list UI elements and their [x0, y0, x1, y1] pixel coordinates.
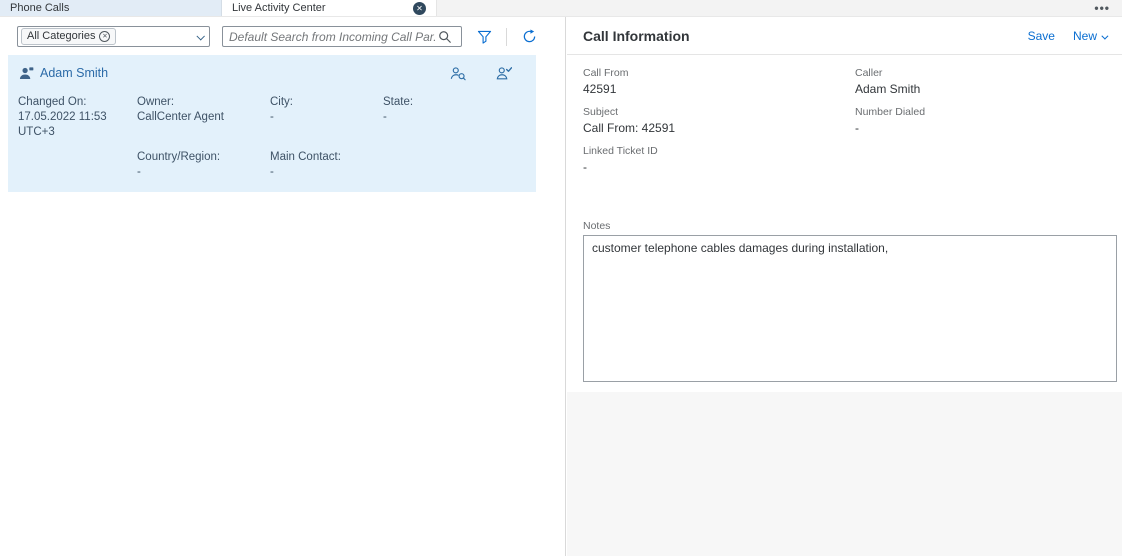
close-icon[interactable]: ✕ [413, 2, 426, 15]
field-label: Subject [583, 106, 855, 118]
panel-background [567, 392, 1122, 556]
field-country-region: Country/Region: - [137, 150, 270, 180]
filter-bar: All Categories ✕ [0, 17, 565, 55]
filter-icon[interactable] [474, 27, 494, 47]
field-label: Number Dialed [855, 106, 1106, 118]
field-value: - [383, 110, 524, 125]
field-value: CallCenter Agent [137, 110, 270, 125]
customer-card-actions [448, 63, 524, 83]
call-information-header: Call Information Save New [567, 17, 1122, 55]
field-label: State: [383, 95, 524, 110]
field-value: - [270, 165, 383, 180]
field-label: Main Contact: [270, 150, 383, 165]
field-subject: Subject Call From: 42591 [583, 106, 855, 137]
token-remove-icon[interactable]: ✕ [99, 31, 110, 42]
field-linked-ticket-id: Linked Ticket ID - [583, 145, 855, 176]
tab-phone-calls-label: Phone Calls [10, 2, 69, 14]
search-icon[interactable] [435, 27, 455, 47]
field-caller: Caller Adam Smith [855, 67, 1106, 98]
customer-icon [18, 65, 34, 81]
header-actions: Save New [1028, 29, 1106, 43]
chevron-down-icon [1101, 32, 1108, 39]
field-value: 17.05.2022 11:53 UTC+3 [18, 110, 137, 140]
field-state: State: - [383, 95, 524, 140]
search-input[interactable] [229, 30, 435, 44]
field-value: - [583, 160, 855, 174]
page-title: Call Information [583, 28, 690, 44]
call-information-form: Call From 42591 Caller Adam Smith Subjec… [567, 55, 1122, 392]
subject-link[interactable]: Call From: 42591 [583, 121, 855, 135]
customer-card-fields: Changed On: 17.05.2022 11:53 UTC+3 Owner… [18, 95, 524, 180]
customer-card-header: Adam Smith [18, 63, 524, 83]
field-call-from: Call From 42591 [583, 67, 855, 98]
tab-strip-filler [437, 0, 1082, 16]
field-value: - [270, 110, 383, 125]
live-activity-left-panel: All Categories ✕ [0, 17, 566, 556]
field-label: City: [270, 95, 383, 110]
notes-block: Notes customer telephone cables damages … [583, 220, 1106, 392]
field-label: Changed On: [18, 95, 137, 110]
person-confirm-icon[interactable] [494, 63, 514, 83]
tab-live-activity-center-label: Live Activity Center [232, 2, 326, 14]
field-number-dialed: Number Dialed - [855, 106, 1106, 137]
field-label: Country/Region: [137, 150, 270, 165]
field-label: Owner: [137, 95, 270, 110]
tab-strip: Phone Calls Live Activity Center ✕ ••• [0, 0, 1122, 17]
new-button-label: New [1073, 29, 1097, 43]
chevron-down-icon [196, 32, 204, 40]
tab-phone-calls[interactable]: Phone Calls [0, 0, 222, 16]
field-main-contact: Main Contact: - [270, 150, 383, 180]
field-owner: Owner: CallCenter Agent [137, 95, 270, 140]
tab-live-activity-center[interactable]: Live Activity Center ✕ [222, 0, 437, 16]
field-value: - [137, 165, 270, 180]
person-search-icon[interactable] [448, 63, 468, 83]
filter-bar-divider [506, 28, 507, 46]
customer-card: Adam Smith [8, 55, 536, 192]
field-value: 42591 [583, 82, 855, 96]
field-label: Caller [855, 67, 1106, 79]
caller-link[interactable]: Adam Smith [855, 82, 1106, 96]
new-button[interactable]: New [1073, 29, 1106, 43]
search-box [222, 26, 462, 47]
save-button[interactable]: Save [1028, 29, 1055, 43]
category-token: All Categories ✕ [21, 28, 116, 45]
field-city: City: - [270, 95, 383, 140]
reset-icon[interactable] [519, 27, 539, 47]
call-information-panel: Call Information Save New Call From 4259… [567, 17, 1122, 556]
customer-name-link[interactable]: Adam Smith [40, 66, 108, 80]
category-select[interactable]: All Categories ✕ [17, 26, 210, 47]
field-label: Linked Ticket ID [583, 145, 855, 157]
notes-label: Notes [583, 220, 1106, 232]
overflow-menu-button[interactable]: ••• [1082, 0, 1122, 16]
field-value: - [855, 121, 1106, 135]
field-changed-on: Changed On: 17.05.2022 11:53 UTC+3 [18, 95, 137, 140]
notes-textarea[interactable]: customer telephone cables damages during… [583, 235, 1117, 382]
category-token-label: All Categories [27, 30, 95, 43]
form-grid: Call From 42591 Caller Adam Smith Subjec… [583, 67, 1106, 176]
field-label: Call From [583, 67, 855, 79]
